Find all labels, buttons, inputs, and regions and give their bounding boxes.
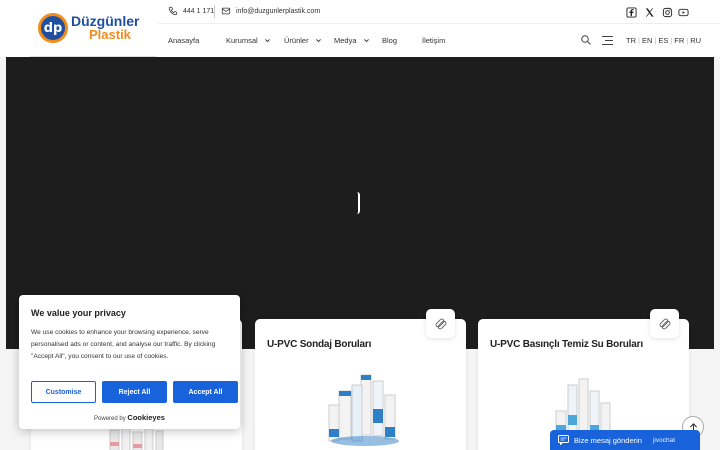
menu-icon[interactable] [601, 35, 614, 46]
logo-line-2: Plastik [89, 27, 131, 42]
lang-en[interactable]: EN [642, 36, 652, 45]
nav-label: Ürünler [284, 36, 309, 45]
page: dp Düzgünler Plastik 444 1 171 info@duzg… [0, 0, 720, 450]
email-address: info@duzgunlerplastik.com [236, 7, 321, 15]
lang-tr[interactable]: TR [626, 36, 636, 45]
card-title: U-PVC Basınçlı Temiz Su Boruları [490, 339, 643, 350]
topbar-divider [214, 5, 215, 18]
nav-item-iletisim[interactable]: İletişim [422, 36, 445, 45]
chat-icon [558, 435, 569, 445]
lang-separator: | [654, 36, 657, 45]
mail-icon [221, 7, 231, 15]
reject-all-button[interactable]: Reject All [102, 381, 167, 403]
powered-by[interactable]: Powered by Cookieyes [19, 413, 240, 422]
nav-item-urunler[interactable]: Ürünler [284, 36, 322, 45]
search-icon[interactable] [580, 34, 592, 46]
lang-ru[interactable]: RU [690, 36, 701, 45]
lang-separator: | [686, 36, 689, 45]
chevron-down-icon [315, 39, 321, 43]
nav-item-kurumsal[interactable]: Kurumsal [226, 36, 271, 45]
x-icon[interactable] [644, 7, 655, 18]
site-header: dp Düzgünler Plastik 444 1 171 info@duzg… [0, 0, 720, 57]
product-image [328, 374, 399, 446]
facebook-icon[interactable] [626, 7, 637, 18]
instagram-icon[interactable] [662, 7, 673, 18]
accept-all-button[interactable]: Accept All [173, 381, 238, 403]
chevron-down-icon [264, 39, 270, 43]
chat-widget[interactable]: Bize mesaj gönderin jivochat [550, 430, 700, 450]
site-logo[interactable]: dp Düzgünler Plastik [30, 0, 156, 57]
product-card[interactable]: U-PVC Sondaj Boruları [255, 319, 466, 450]
cookie-banner: We value your privacy We use cookies to … [19, 295, 240, 429]
loading-spinner [357, 192, 360, 214]
phone-icon [168, 6, 178, 16]
pipe-icon [435, 318, 446, 329]
cookie-body: We use cookies to enhance your browsing … [31, 329, 216, 360]
lang-separator: | [670, 36, 673, 45]
youtube-icon[interactable] [678, 7, 689, 18]
cookieyes-logo: Cookieyes [127, 413, 165, 422]
logo-mark: dp [38, 13, 68, 43]
nav-item-medya[interactable]: Medya [334, 36, 370, 45]
nav-label: Anasayfa [168, 36, 200, 45]
nav-label: Blog [382, 36, 398, 45]
chat-brand: jivochat [652, 436, 676, 444]
card-badge [650, 309, 679, 338]
customise-button[interactable]: Customise [31, 381, 96, 403]
lang-fr[interactable]: FR [674, 36, 684, 45]
email-link[interactable]: info@duzgunlerplastik.com [221, 6, 320, 16]
chat-label: Bize mesaj gönderin [574, 435, 642, 445]
pipe-icon [659, 318, 670, 329]
nav-item-blog[interactable]: Blog [382, 36, 397, 45]
language-switcher: TR | EN | ES | FR | RU [626, 36, 701, 45]
cookie-actions: Customise Reject All Accept All [31, 381, 238, 403]
nav-label: İletişim [422, 36, 446, 45]
main-nav: Anasayfa Kurumsal Ürünler Medya Blog İle… [158, 24, 720, 57]
card-badge [426, 309, 455, 338]
logo-text: Düzgünler Plastik [71, 14, 139, 42]
lang-es[interactable]: ES [658, 36, 668, 45]
phone-number: 444 1 171 [183, 7, 215, 15]
card-title: U-PVC Sondaj Boruları [267, 339, 372, 350]
nav-label: Medya [334, 36, 357, 45]
nav-label: Kurumsal [226, 36, 258, 45]
nav-item-anasayfa[interactable]: Anasayfa [168, 36, 199, 45]
chevron-down-icon [363, 39, 369, 43]
lang-separator: | [638, 36, 640, 45]
cookie-title: We value your privacy [31, 308, 126, 318]
top-bar: 444 1 171 info@duzgunlerplastik.com [158, 0, 720, 24]
powered-by-label: Powered by [94, 416, 126, 422]
phone-link[interactable]: 444 1 171 [168, 6, 214, 16]
